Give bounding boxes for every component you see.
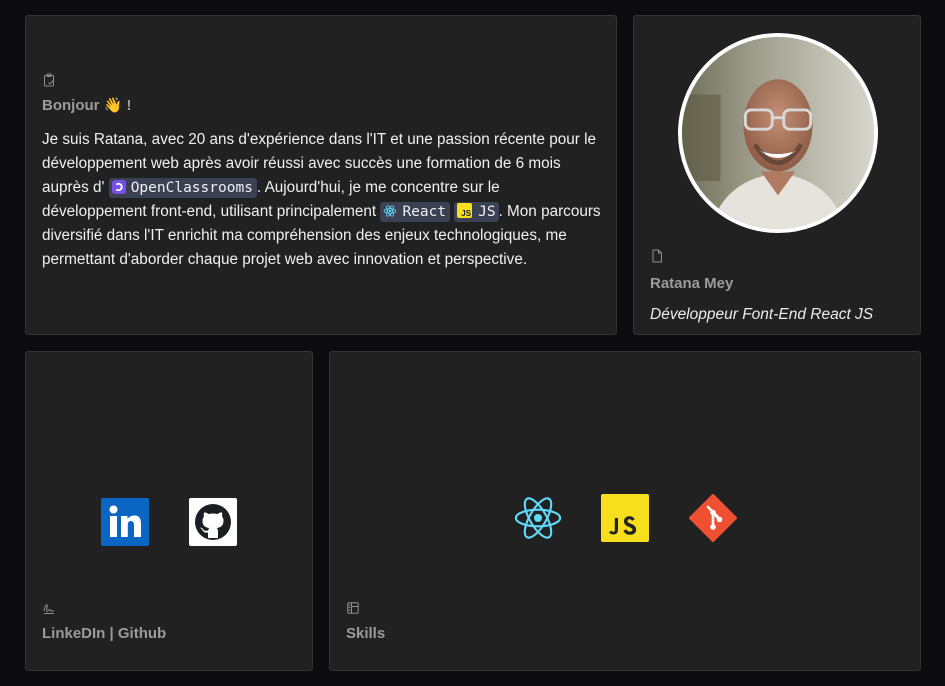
javascript-logo <box>601 494 649 542</box>
intro-text: Je suis Ratana, avec 20 ans d'expérience… <box>42 128 602 272</box>
openclassrooms-label: OpenClassrooms <box>130 180 253 196</box>
react-icon <box>383 204 397 218</box>
profile-card: Ratana Mey Développeur Font-End React JS <box>633 15 921 335</box>
profile-role: Développeur Font-End React JS <box>650 306 874 323</box>
layout-icon <box>347 601 359 615</box>
intro-title: Bonjour 👋 ! <box>42 97 132 114</box>
git-logo <box>689 494 737 542</box>
clipboard-icon <box>43 73 55 87</box>
skills-card: Skills <box>329 351 921 671</box>
social-title: LinkeDIn | Github <box>42 625 167 642</box>
social-card: LinkeDIn | Github <box>25 351 313 671</box>
document-icon <box>651 249 663 263</box>
intro-card: Bonjour 👋 ! Je suis Ratana, avec 20 ans … <box>25 15 617 335</box>
linkedin-logo[interactable] <box>101 498 149 546</box>
react-badge: React <box>380 202 451 222</box>
javascript-icon: JS <box>457 203 473 218</box>
react-logo <box>513 494 563 542</box>
signature-icon <box>43 601 55 615</box>
profile-name: Ratana Mey <box>650 275 734 292</box>
js-badge: JS JS <box>454 202 499 222</box>
js-label: JS <box>478 204 496 220</box>
react-label: React <box>402 204 447 220</box>
avatar <box>678 33 878 233</box>
github-logo[interactable] <box>189 498 237 546</box>
openclassrooms-icon <box>111 180 126 194</box>
skills-title: Skills <box>346 625 386 642</box>
openclassrooms-badge: OpenClassrooms <box>108 178 257 198</box>
